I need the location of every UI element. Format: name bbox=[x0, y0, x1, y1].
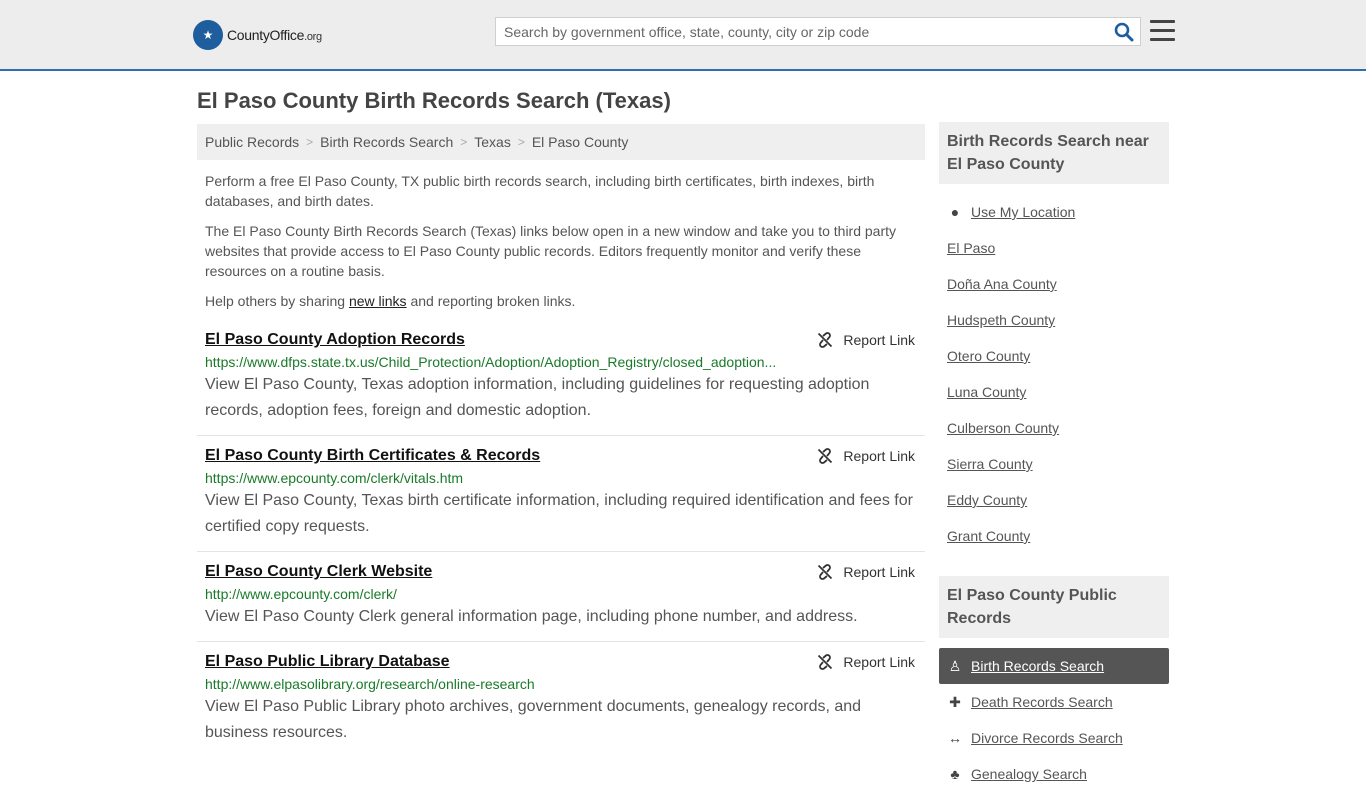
breadcrumb-el-paso-county[interactable]: El Paso County bbox=[532, 134, 629, 150]
broken-link-icon bbox=[818, 332, 833, 348]
search-input[interactable] bbox=[496, 18, 1096, 45]
report-link-label: Report Link bbox=[843, 332, 915, 348]
result-item: El Paso County Clerk Website Report Link… bbox=[197, 562, 925, 642]
sidebar-item-genealogy-search[interactable]: ♣ Genealogy Search bbox=[939, 756, 1169, 792]
breadcrumb-separator: > bbox=[517, 135, 525, 149]
sidebar-item-culberson-county[interactable]: Culberson County bbox=[939, 410, 1169, 446]
report-link-button[interactable]: Report Link bbox=[817, 448, 915, 464]
result-item: El Paso County Birth Certificates & Reco… bbox=[197, 446, 925, 552]
nearby-heading: Birth Records Search near El Paso County bbox=[939, 122, 1169, 184]
sidebar-item-luna-county[interactable]: Luna County bbox=[939, 374, 1169, 410]
nearby-list: ● Use My Location El Paso Doña Ana County… bbox=[939, 194, 1169, 554]
result-title-link[interactable]: El Paso County Clerk Website bbox=[205, 562, 432, 582]
report-link-button[interactable]: Report Link bbox=[817, 564, 915, 580]
breadcrumb-birth-records-search[interactable]: Birth Records Search bbox=[320, 134, 453, 150]
sidebar-item-use-my-location[interactable]: ● Use My Location bbox=[939, 194, 1169, 230]
breadcrumb: Public Records > Birth Records Search > … bbox=[197, 124, 925, 160]
result-description: View El Paso County, Texas birth certifi… bbox=[205, 492, 913, 535]
result-description: View El Paso County Clerk general inform… bbox=[205, 608, 858, 625]
breadcrumb-public-records[interactable]: Public Records bbox=[205, 134, 299, 150]
intro-paragraph-1: Perform a free El Paso County, TX public… bbox=[205, 173, 875, 209]
intro-paragraph-3: Help others by sharing new links and rep… bbox=[205, 293, 576, 309]
result-title-link[interactable]: El Paso County Adoption Records bbox=[205, 330, 465, 350]
arrows-icon: ↔ bbox=[948, 730, 962, 746]
search-bar bbox=[495, 17, 1141, 46]
cross-icon: ✚ bbox=[949, 693, 961, 710]
hamburger-menu-icon[interactable] bbox=[1150, 20, 1175, 42]
main-content: Public Records > Birth Records Search > … bbox=[197, 124, 925, 767]
report-link-label: Report Link bbox=[843, 564, 915, 580]
public-records-heading: El Paso County Public Records bbox=[939, 576, 1169, 638]
result-item: El Paso Public Library Database Report L… bbox=[197, 652, 925, 757]
sidebar-item-hudspeth-county[interactable]: Hudspeth County bbox=[939, 302, 1169, 338]
result-url[interactable]: http://www.elpasolibrary.org/research/on… bbox=[205, 676, 780, 693]
result-description: View El Paso Public Library photo archiv… bbox=[205, 698, 862, 741]
result-url[interactable]: http://www.epcounty.com/clerk/ bbox=[205, 586, 780, 603]
sidebar: Birth Records Search near El Paso County… bbox=[939, 122, 1169, 792]
intro-paragraph-2: The El Paso County Birth Records Search … bbox=[205, 223, 897, 279]
result-url[interactable]: https://www.epcounty.com/clerk/vitals.ht… bbox=[205, 470, 780, 487]
sidebar-item-dona-ana-county[interactable]: Doña Ana County bbox=[939, 266, 1169, 302]
results-list: El Paso County Adoption Records Report L… bbox=[197, 330, 925, 757]
sidebar-item-eddy-county[interactable]: Eddy County bbox=[939, 482, 1169, 518]
breadcrumb-separator: > bbox=[306, 135, 314, 149]
tree-icon: ♣ bbox=[950, 766, 960, 782]
result-item: El Paso County Adoption Records Report L… bbox=[197, 330, 925, 436]
sidebar-item-grant-county[interactable]: Grant County bbox=[939, 518, 1169, 554]
report-link-label: Report Link bbox=[843, 448, 915, 464]
result-description: View El Paso County, Texas adoption info… bbox=[205, 376, 870, 419]
site-logo[interactable]: ★ CountyOffice.org bbox=[193, 20, 322, 50]
sidebar-item-el-paso[interactable]: El Paso bbox=[939, 230, 1169, 266]
intro-text: Perform a free El Paso County, TX public… bbox=[197, 171, 925, 311]
seal-icon: ★ bbox=[193, 20, 223, 50]
sidebar-item-birth-records-search[interactable]: ♙ Birth Records Search bbox=[939, 648, 1169, 684]
sidebar-item-divorce-records-search[interactable]: ↔ Divorce Records Search bbox=[939, 720, 1169, 756]
report-link-button[interactable]: Report Link bbox=[817, 332, 915, 348]
logo-text: CountyOffice.org bbox=[227, 27, 322, 43]
broken-link-icon bbox=[818, 654, 833, 670]
search-icon[interactable] bbox=[1114, 22, 1134, 42]
broken-link-icon bbox=[818, 564, 833, 580]
sidebar-item-otero-county[interactable]: Otero County bbox=[939, 338, 1169, 374]
new-links-link[interactable]: new links bbox=[349, 293, 407, 309]
sidebar-item-death-records-search[interactable]: ✚ Death Records Search bbox=[939, 684, 1169, 720]
result-title-link[interactable]: El Paso Public Library Database bbox=[205, 652, 450, 672]
map-pin-icon: ● bbox=[950, 204, 960, 220]
report-link-label: Report Link bbox=[843, 654, 915, 670]
breadcrumb-texas[interactable]: Texas bbox=[474, 134, 511, 150]
top-header: ★ CountyOffice.org bbox=[0, 0, 1366, 71]
breadcrumb-separator: > bbox=[460, 135, 468, 149]
page-title: El Paso County Birth Records Search (Tex… bbox=[197, 88, 671, 113]
baby-icon: ♙ bbox=[948, 657, 962, 674]
sidebar-item-sierra-county[interactable]: Sierra County bbox=[939, 446, 1169, 482]
report-link-button[interactable]: Report Link bbox=[817, 654, 915, 670]
broken-link-icon bbox=[818, 448, 833, 464]
result-url[interactable]: https://www.dfps.state.tx.us/Child_Prote… bbox=[205, 354, 780, 371]
result-title-link[interactable]: El Paso County Birth Certificates & Reco… bbox=[205, 446, 540, 466]
public-records-list: ♙ Birth Records Search ✚ Death Records Sea… bbox=[939, 648, 1169, 792]
